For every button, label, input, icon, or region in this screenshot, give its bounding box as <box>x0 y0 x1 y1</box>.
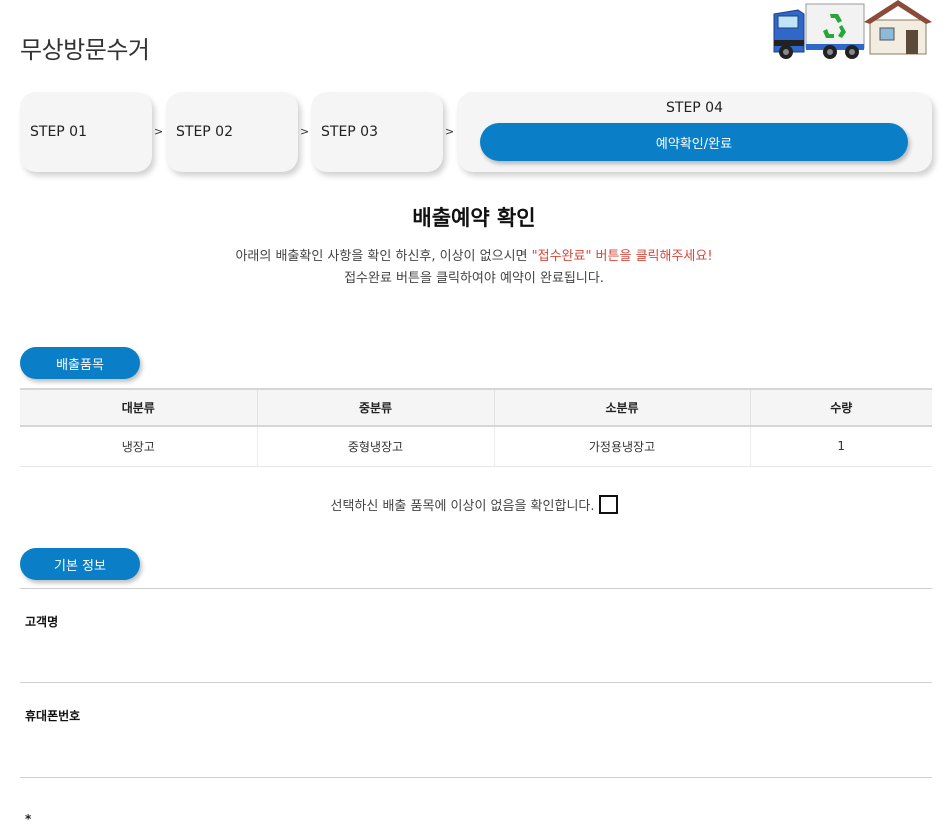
column-header-middle: 중분류 <box>256 388 494 427</box>
column-header-minor: 소분류 <box>493 388 750 427</box>
notice-line-1-text: 아래의 배출확인 사항을 확인 하신후, 이상이 없으시면 <box>235 249 532 264</box>
reservation-confirm-button[interactable]: 예약확인/완료 <box>480 123 908 161</box>
column-header-quantity: 수량 <box>749 388 932 427</box>
required-mark: * <box>25 812 32 826</box>
items-confirm-text: 선택하신 배출 품목에 이상이 없음을 확인합니다. <box>330 499 595 514</box>
step-04: STEP 04 예약확인/완료 <box>457 92 932 172</box>
section-heading: 배출예약 확인 <box>412 206 536 230</box>
page-title: 무상방문수거 <box>20 36 150 64</box>
step-progress: STEP 01 > STEP 02 > STEP 03 > STEP 04 예약… <box>20 92 932 172</box>
cell-middle: 중형냉장고 <box>256 426 494 467</box>
items-confirm-row: 선택하신 배출 품목에 이상이 없음을 확인합니다. <box>0 495 948 514</box>
cell-minor: 가정용냉장고 <box>493 426 750 467</box>
notice-highlight: "접수완료" 버튼을 클릭해주세요! <box>531 249 713 264</box>
cell-quantity: 1 <box>749 426 932 467</box>
step-arrow-1: > <box>154 125 164 138</box>
step-02: STEP 02 <box>166 92 298 172</box>
column-header-major: 대분류 <box>20 388 257 427</box>
items-section-pill: 배출품목 <box>20 347 140 379</box>
step-03: STEP 03 <box>311 92 443 172</box>
table-header-row: 대분류 중분류 소분류 수량 <box>20 388 932 427</box>
step-arrow-2: > <box>300 125 310 138</box>
truck-recycle-house-icon <box>773 0 932 59</box>
phone-number-row: 휴대폰번호 <box>20 682 932 777</box>
step-arrow-3: > <box>445 125 455 138</box>
step-01-label: STEP 01 <box>30 124 87 140</box>
customer-name-label: 고객명 <box>25 615 59 629</box>
step-02-label: STEP 02 <box>176 124 233 140</box>
items-confirm-checkbox[interactable] <box>598 495 618 514</box>
items-table: 대분류 중분류 소분류 수량 냉장고 중형냉장고 가정용냉장고 1 <box>20 388 932 467</box>
notice-line-1: 아래의 배출확인 사항을 확인 하신후, 이상이 없으시면 "접수완료" 버튼을… <box>0 245 948 264</box>
basic-info-pill: 기본 정보 <box>20 548 140 580</box>
cell-major: 냉장고 <box>20 426 257 467</box>
table-row: 냉장고 중형냉장고 가정용냉장고 1 <box>20 426 932 467</box>
step-04-label: STEP 04 <box>666 100 723 116</box>
phone-number-label: 휴대폰번호 <box>25 709 81 723</box>
step-03-label: STEP 03 <box>321 124 378 140</box>
next-field-row: * <box>20 777 932 840</box>
customer-name-row: 고객명 <box>20 588 932 683</box>
notice-line-2: 접수완료 버튼을 클릭하여야 예약이 완료됩니다. <box>344 271 604 286</box>
step-01: STEP 01 <box>20 92 152 172</box>
